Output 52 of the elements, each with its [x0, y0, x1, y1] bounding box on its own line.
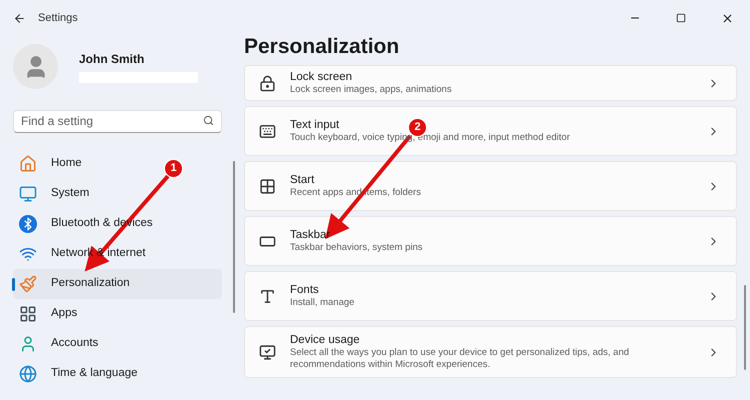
- card-title: Text input: [290, 118, 340, 132]
- settings-card[interactable]: Start Recent apps and items, folders: [244, 161, 737, 211]
- nav-item[interactable]: Home: [13, 149, 86, 179]
- nav-item[interactable]: System: [13, 179, 94, 209]
- nav-label: Personalization: [51, 276, 130, 292]
- font-icon: [259, 288, 276, 304]
- back-button[interactable]: [12, 11, 26, 25]
- settings-card[interactable]: Device usage Select all the ways you plan to use your device to get personalized tips, ads, and recommendations within Microsoft experiences.: [244, 326, 737, 378]
- home-icon: [19, 155, 37, 173]
- card-title: Fonts: [290, 283, 319, 297]
- scrollbar[interactable]: [744, 285, 746, 370]
- lock-icon: [259, 74, 276, 92]
- maximize-icon: [676, 13, 686, 23]
- grid-icon: [259, 178, 276, 194]
- profile-name: John Smith: [79, 51, 146, 68]
- card-description: Taskbar behaviors, system pins: [290, 242, 423, 254]
- card-title: Lock screen: [290, 70, 352, 84]
- keyboard-icon: [259, 122, 276, 140]
- close-icon: [720, 12, 734, 24]
- nav-item[interactable]: Accounts: [13, 329, 102, 359]
- card-description: Install, manage: [290, 297, 354, 309]
- page-title: Personalization: [244, 34, 400, 60]
- nav-label: System: [51, 186, 90, 202]
- nav-item[interactable]: Time & language: [13, 359, 142, 389]
- card-title: Device usage: [290, 333, 360, 347]
- nav-label: Time & language: [51, 366, 138, 382]
- window-title: Settings: [38, 10, 78, 26]
- settings-card[interactable]: Fonts Install, manage: [244, 271, 737, 321]
- bluetooth-icon: [19, 215, 37, 233]
- card-title: Start: [290, 173, 314, 187]
- wifi-icon: [19, 245, 37, 263]
- settings-card[interactable]: Lock screen Lock screen images, apps, animations: [244, 65, 737, 101]
- selection-indicator: [12, 278, 15, 291]
- search-field[interactable]: Find a setting: [13, 110, 222, 132]
- person-icon: [19, 335, 37, 353]
- card-description: Recent apps and items, folders: [290, 187, 421, 199]
- nav-label: Home: [51, 156, 82, 172]
- avatar: [13, 44, 58, 89]
- nav-label: Accounts: [51, 336, 98, 352]
- monitor-check-icon: [259, 344, 276, 360]
- search-icon: [203, 115, 214, 126]
- monitor-icon: [19, 185, 37, 203]
- globe-icon: [19, 365, 37, 383]
- apps-grid-icon: [19, 305, 37, 323]
- nav-label: Apps: [51, 306, 78, 322]
- nav-item[interactable]: Apps: [13, 299, 82, 329]
- scrollbar[interactable]: [233, 161, 235, 313]
- step-badge: 1: [164, 159, 183, 178]
- nav-item[interactable]: Personalization: [13, 269, 222, 299]
- card-description: Lock screen images, apps, animations: [290, 84, 452, 96]
- card-description: Select all the ways you plan to use your device to get personalized tips, ads, and recommendations within Microsoft experiences.: [290, 347, 630, 371]
- paintbrush-icon: [19, 275, 37, 293]
